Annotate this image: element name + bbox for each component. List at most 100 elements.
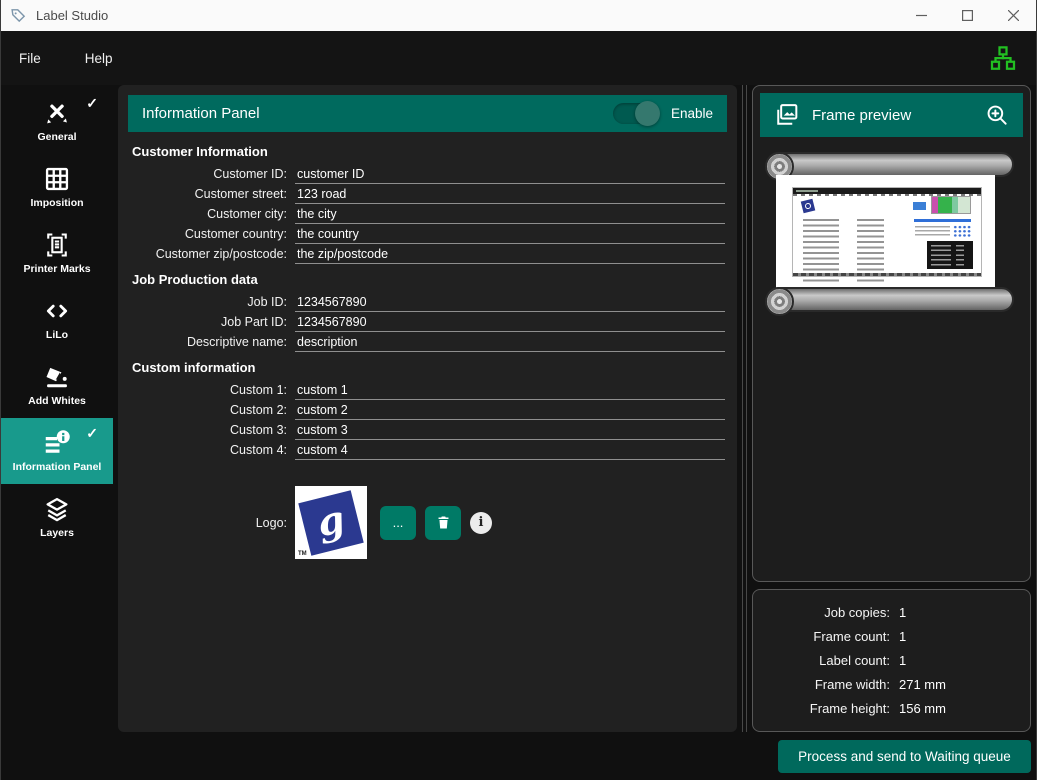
stat-row: Frame height: 156 mm [767,701,1016,716]
customer-zip-input[interactable] [295,245,725,264]
tools-icon [42,98,72,128]
customer-zip-label: Customer zip/postcode: [130,245,295,264]
logo-diamond: g [298,490,363,555]
web-roller-bottom [766,287,1014,312]
label-thumbnail [792,187,982,277]
job-id-label: Job ID: [130,293,295,312]
menu-help[interactable]: Help [85,51,113,66]
custom-1-input[interactable] [295,381,725,400]
web-roller-top [766,152,1014,177]
app-window: Label Studio File Help [0,0,1037,780]
sidebar-item-general[interactable]: General ✓ [1,88,113,154]
customer-street-label: Customer street: [130,185,295,204]
form-area: Customer Information Customer ID: Custom… [128,132,727,559]
form-row: Custom 1: [130,381,725,400]
sidebar-item-add-whites[interactable]: Add Whites [1,352,113,418]
info-lines-icon [42,428,72,458]
custom-1-label: Custom 1: [130,381,295,400]
information-panel-main: Information Panel Enable Customer Inform… [118,85,737,732]
customer-city-label: Customer city: [130,205,295,224]
custom-2-input[interactable] [295,401,725,420]
close-button[interactable] [990,0,1036,31]
sidebar-item-layers[interactable]: Layers [1,484,113,550]
panel-splitter[interactable] [742,85,747,732]
form-row: Job ID: [130,293,725,312]
bottom-bar: Process and send to Waiting queue [1,732,1036,780]
stat-row: Frame width: 271 mm [767,677,1016,692]
window-controls [898,0,1036,31]
section-title-job: Job Production data [132,272,725,287]
form-row: Customer ID: [130,165,725,184]
descriptive-name-input[interactable] [295,333,725,352]
section-title-customer: Customer Information [132,144,725,159]
enable-toggle[interactable] [613,103,659,124]
delete-logo-button[interactable] [425,506,461,540]
sidebar-item-information-panel[interactable]: Information Panel ✓ [1,418,113,484]
sidebar-item-printer-marks[interactable]: Printer Marks [1,220,113,286]
form-row: Customer street: [130,185,725,204]
job-part-id-input[interactable] [295,313,725,332]
job-id-input[interactable] [295,293,725,312]
frame-height-value: 156 mm [899,701,946,716]
form-row: Descriptive name: [130,333,725,352]
job-stats-panel: Job copies: 1 Frame count: 1 Label count… [752,589,1031,732]
network-status-icon[interactable] [988,43,1018,73]
app-body: General ✓ Imposition [1,85,1036,780]
job-part-id-label: Job Part ID: [130,313,295,332]
frame-count-value: 1 [899,629,906,644]
logo-tm: TM [298,551,307,557]
logo-letter: g [314,499,348,542]
frame-preview-image[interactable] [766,152,1017,312]
sidebar-item-lilo[interactable]: LiLo [1,286,113,352]
sidebar-item-label: Imposition [30,198,83,210]
app-logo-icon [10,7,27,24]
logo-image: g TM [295,486,367,559]
custom-3-input[interactable] [295,421,725,440]
paint-bucket-icon [42,362,72,392]
customer-id-label: Customer ID: [130,165,295,184]
maximize-button[interactable] [944,0,990,31]
sidebar-item-label: Printer Marks [23,264,90,276]
form-row: Custom 3: [130,421,725,440]
frame-preview-panel: Frame preview [752,85,1031,582]
form-row: Job Part ID: [130,313,725,332]
frame-width-label: Frame width: [767,677,890,692]
customer-id-input[interactable] [295,165,725,184]
menu-file[interactable]: File [19,51,41,66]
frame-height-label: Frame height: [767,701,890,716]
zoom-in-icon[interactable] [984,102,1010,128]
printer-marks-icon [42,230,72,260]
form-row: Custom 2: [130,401,725,420]
job-copies-label: Job copies: [767,605,890,620]
customer-street-input[interactable] [295,185,725,204]
logo-info-icon[interactable]: i [470,512,492,534]
descriptive-name-label: Descriptive name: [130,333,295,352]
window-title: Label Studio [36,8,108,23]
custom-4-input[interactable] [295,441,725,460]
titlebar: Label Studio [1,0,1036,31]
form-row: Customer city: [130,205,725,224]
minimize-button[interactable] [898,0,944,31]
stat-row: Label count: 1 [767,653,1016,668]
customer-country-input[interactable] [295,225,725,244]
form-row: Customer zip/postcode: [130,245,725,264]
frame-count-label: Frame count: [767,629,890,644]
right-column: Frame preview [752,85,1031,732]
frames-image-icon [773,101,801,129]
menubar: File Help [1,31,1036,85]
custom-3-label: Custom 3: [130,421,295,440]
custom-4-label: Custom 4: [130,441,295,460]
label-count-value: 1 [899,653,906,668]
sidebar-item-imposition[interactable]: Imposition [1,154,113,220]
label-count-label: Label count: [767,653,890,668]
customer-city-input[interactable] [295,205,725,224]
enable-label: Enable [671,106,713,121]
frame-preview-title: Frame preview [812,107,911,124]
custom-2-label: Custom 2: [130,401,295,420]
browse-logo-button[interactable]: ... [380,506,416,540]
panel-header: Information Panel Enable [128,95,727,132]
frame-preview-header: Frame preview [760,93,1023,137]
customer-country-label: Customer country: [130,225,295,244]
sidebar-item-label: Information Panel [13,462,102,474]
process-send-button[interactable]: Process and send to Waiting queue [778,740,1031,773]
